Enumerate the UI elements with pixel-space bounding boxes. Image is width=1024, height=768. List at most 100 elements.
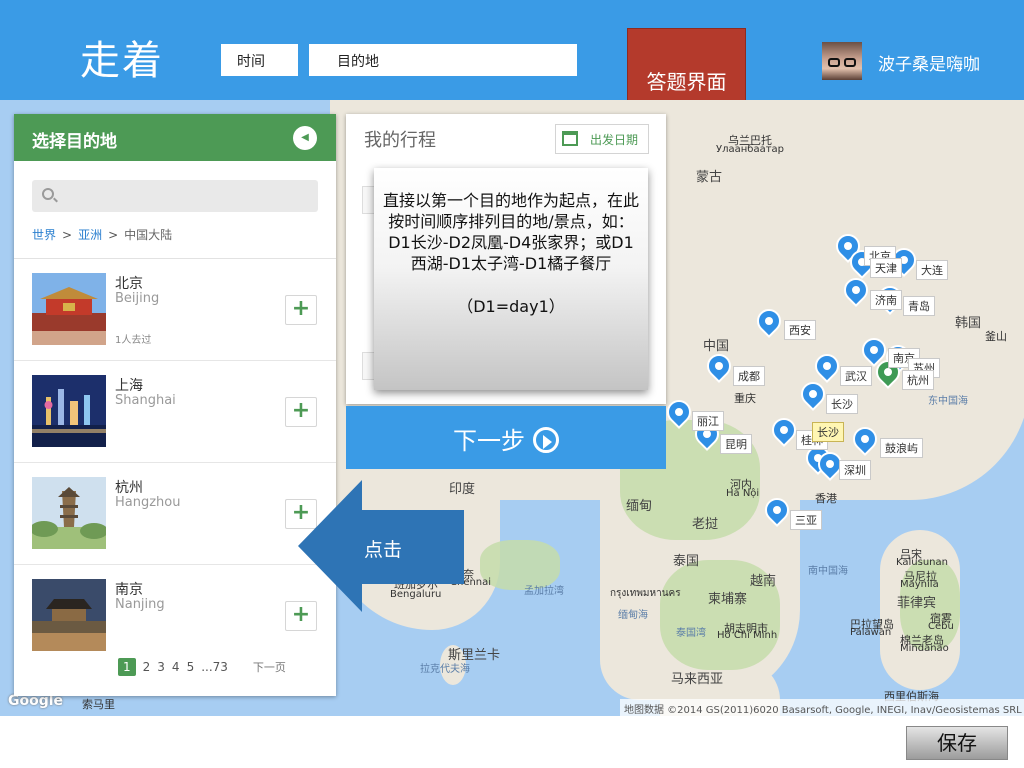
- next-page-link[interactable]: 下一页: [253, 659, 286, 675]
- destination-name: 杭州: [115, 480, 143, 496]
- breadcrumb-mainland: 中国大陆: [124, 228, 173, 242]
- destination-name-en: Beijing: [115, 291, 160, 306]
- page-2[interactable]: 2: [143, 660, 151, 674]
- city-tag-changsha-highlight[interactable]: 长沙: [812, 422, 844, 442]
- map-label-south-china-sea: 南中国海: [808, 566, 848, 577]
- map-label-philippines: 菲律宾: [897, 596, 937, 611]
- breadcrumb: 世界 > 亚洲 > 中国大陆: [32, 228, 173, 242]
- callout-label: 点击: [364, 539, 403, 561]
- city-tag-shenzhen[interactable]: 深圳: [839, 460, 871, 480]
- map-label-hanoi-en: Hà Nội: [726, 488, 760, 499]
- map-label-ulaanbaatar-en: Улаанбаатар: [716, 144, 785, 155]
- itinerary-title: 我的行程: [364, 130, 436, 151]
- add-destination-button[interactable]: +: [285, 397, 317, 427]
- map-label-malaysia: 马来西亚: [671, 672, 724, 687]
- map-label-cambodia: 柬埔寨: [708, 592, 748, 607]
- add-destination-button[interactable]: +: [285, 295, 317, 325]
- glasses-left: [828, 58, 840, 67]
- destination-search-input[interactable]: [32, 180, 318, 212]
- avatar[interactable]: [822, 42, 862, 80]
- city-tag-hangzhou[interactable]: 杭州: [902, 370, 934, 390]
- map-label-korea: 韩国: [955, 316, 982, 331]
- map-label-gulf-of-thailand: 泰国湾: [676, 628, 706, 639]
- map-label-hongkong: 香港: [815, 492, 837, 505]
- glasses-right: [844, 58, 856, 67]
- page-4[interactable]: 4: [172, 660, 180, 674]
- tooltip-text: 直接以第一个目的地作为起点，在此按时间顺序排列目的地/景点，如：D1长沙-D2凤…: [382, 191, 639, 273]
- visited-count: 1人去过: [115, 335, 152, 346]
- page-5[interactable]: 5: [187, 660, 195, 674]
- map-attribution: 地图数据 ©2014 GS(2011)6020 Basarsoft, Googl…: [620, 699, 1024, 716]
- destination-name: 南京: [115, 582, 143, 598]
- map-label-hcmc-en: Hồ Chí Minh: [717, 630, 778, 641]
- map-label-thailand: 泰国: [673, 554, 700, 569]
- next-step-button[interactable]: 下一步: [346, 406, 666, 469]
- city-tag-wuhan[interactable]: 武汉: [840, 366, 872, 386]
- city-tag-chengdu[interactable]: 成都: [733, 366, 765, 386]
- page-1[interactable]: 1: [118, 658, 136, 676]
- username[interactable]: 波子桑是嗨咖: [878, 50, 980, 75]
- destination-name-en: Hangzhou: [115, 495, 181, 510]
- city-tag-kunming[interactable]: 昆明: [720, 434, 752, 454]
- map-label-maynila-en: Maynila: [900, 579, 939, 590]
- map-label-china: 中国: [703, 339, 730, 354]
- destination-name-en: Nanjing: [115, 597, 165, 612]
- breadcrumb-world[interactable]: 世界: [32, 228, 56, 242]
- collapse-panel-button[interactable]: ◀: [293, 126, 317, 150]
- city-tag-jinan[interactable]: 济南: [870, 290, 902, 310]
- city-tag-tianjin[interactable]: 天津: [870, 258, 902, 278]
- map-label-mindanao-en: Mindanao: [900, 643, 949, 654]
- panel-header: 选择目的地 ◀: [14, 114, 336, 161]
- top-bar: 走着 时间 目的地 波子桑是嗨咖: [0, 0, 1024, 100]
- map-label-busan: 釜山: [985, 330, 1007, 343]
- app-root: 走着 时间 目的地 波子桑是嗨咖 答题界面 蒙古 乌兰巴托 Улаанбаата…: [0, 0, 1024, 768]
- map-label-laccadive: 拉克代夫海: [420, 664, 470, 675]
- city-tag-changsha[interactable]: 长沙: [826, 394, 858, 414]
- city-tag-gulangyu[interactable]: 鼓浪屿: [880, 438, 923, 458]
- time-field[interactable]: 时间: [221, 44, 298, 76]
- map-label-chongqing: 重庆: [734, 392, 756, 405]
- calendar-icon: [562, 131, 578, 146]
- destination-field[interactable]: 目的地: [309, 44, 577, 76]
- search-icon: [42, 188, 54, 200]
- nanjing-thumbnail: [32, 579, 106, 651]
- city-tag-lijiang[interactable]: 丽江: [692, 411, 724, 431]
- pagination: 1 2 3 4 5 ...73 下一页: [118, 658, 293, 676]
- map-label-left-edge: 索马里: [82, 698, 115, 711]
- next-step-label: 下一步: [453, 427, 525, 455]
- map-label-myanmar: 缅甸: [626, 499, 653, 514]
- city-tag-sanya[interactable]: 三亚: [790, 510, 822, 530]
- destination-name-en: Shanghai: [115, 393, 176, 408]
- tooltip-note: （D1=day1）: [457, 297, 565, 316]
- destination-name: 北京: [115, 276, 143, 292]
- page-last[interactable]: ...73: [201, 660, 228, 674]
- map-label-kalusunan-en: Kalusunan: [896, 557, 948, 568]
- list-item-beijing[interactable]: 北京 Beijing 1人去过 +: [14, 259, 336, 361]
- map-label-vietnam: 越南: [750, 574, 777, 589]
- instruction-tooltip: 直接以第一个目的地作为起点，在此按时间顺序排列目的地/景点，如：D1长沙-D2凤…: [374, 168, 648, 390]
- city-tag-dalian[interactable]: 大连: [916, 260, 948, 280]
- destination-name: 上海: [115, 378, 143, 394]
- map-label-bay-of-bengal: 孟加拉湾: [524, 586, 564, 597]
- beijing-thumbnail: [32, 273, 106, 345]
- shanghai-thumbnail: [32, 375, 106, 447]
- page-3[interactable]: 3: [157, 660, 165, 674]
- city-tag-qingdao[interactable]: 青岛: [903, 296, 935, 316]
- app-logo: 走着: [80, 38, 164, 84]
- map-label-east-china-sea: 东中国海: [928, 396, 968, 407]
- destination-panel: 选择目的地 ◀ 世界>亚洲>中国大陆 北京 Beijing 1人去过 +: [14, 114, 336, 696]
- save-button[interactable]: 保存: [906, 726, 1008, 760]
- list-item-hangzhou[interactable]: 杭州 Hangzhou +: [14, 463, 336, 565]
- list-item-shanghai[interactable]: 上海 Shanghai +: [14, 361, 336, 463]
- map-label-andaman: 缅甸海: [618, 610, 648, 621]
- map-label-palawan-en: Palawan: [850, 627, 892, 638]
- panel-title: 选择目的地: [32, 132, 117, 152]
- map-label-cebu-en: Cebu: [928, 621, 954, 632]
- map-label-bangkok-en: กรุงเทพมหานคร: [610, 588, 681, 599]
- city-tag-xian[interactable]: 西安: [784, 320, 816, 340]
- breadcrumb-asia[interactable]: 亚洲: [78, 228, 102, 242]
- hangzhou-thumbnail: [32, 477, 106, 549]
- map-label-laos: 老挝: [692, 517, 719, 532]
- arrow-right-circle-icon: [533, 427, 559, 453]
- list-item-nanjing[interactable]: 南京 Nanjing +: [14, 565, 336, 667]
